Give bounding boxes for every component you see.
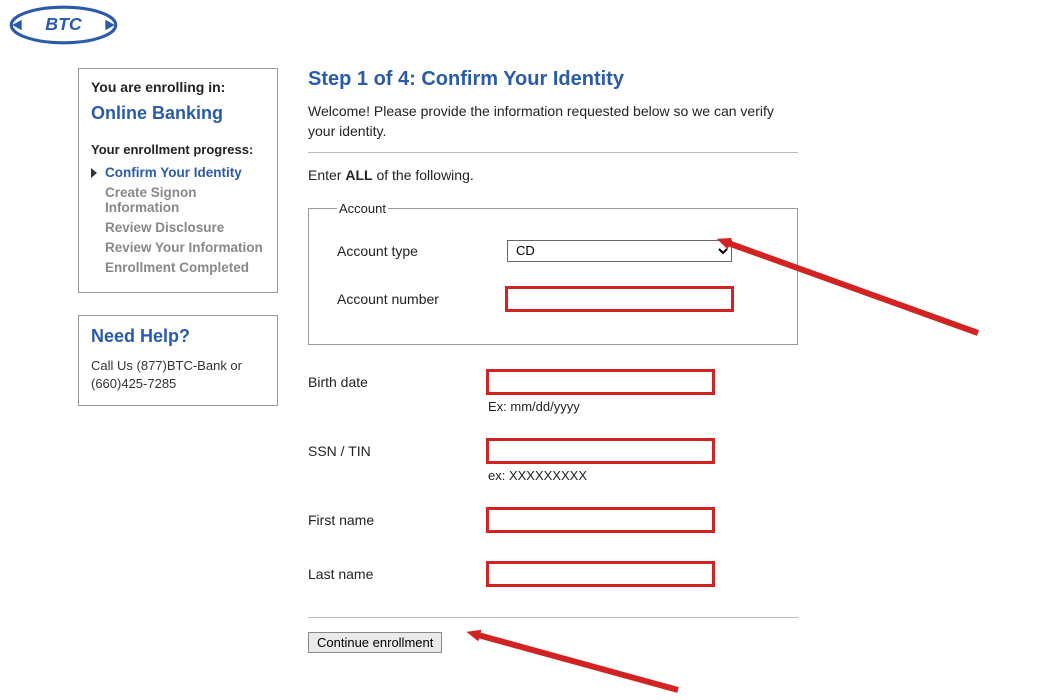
svg-text:BTC: BTC — [45, 14, 83, 34]
btc-logo: BTC — [6, 4, 121, 46]
need-help-heading: Need Help? — [91, 326, 265, 347]
enrolling-in-label: You are enrolling in: — [91, 79, 265, 95]
enrollment-status-box: You are enrolling in: Online Banking You… — [78, 68, 278, 293]
progress-steps: Confirm Your Identity Create Signon Info… — [91, 165, 265, 275]
highlight-last-name — [488, 563, 713, 585]
account-legend: Account — [337, 201, 388, 216]
account-number-input[interactable] — [507, 288, 732, 310]
label-ssn-tin: SSN / TIN — [308, 440, 488, 459]
ssn-hint: ex: XXXXXXXXX — [488, 468, 713, 483]
divider-bottom — [308, 617, 798, 618]
highlight-birth-date — [488, 371, 713, 393]
highlight-ssn — [488, 440, 713, 462]
account-type-select[interactable]: CD — [507, 240, 732, 262]
highlight-first-name — [488, 509, 713, 531]
birth-date-input[interactable] — [488, 371, 713, 393]
label-account-type: Account type — [337, 240, 507, 259]
account-fieldset: Account Account type CD Account number — [308, 201, 798, 345]
enter-all-line: Enter ALL of the following. — [308, 167, 798, 183]
logo-area: BTC — [0, 0, 1042, 50]
step-enrollment-completed: Enrollment Completed — [91, 260, 265, 275]
step-confirm-identity: Confirm Your Identity — [91, 165, 265, 180]
divider-top — [308, 152, 798, 153]
label-last-name: Last name — [308, 563, 488, 582]
label-account-number: Account number — [337, 288, 507, 307]
enter-suffix: of the following. — [373, 167, 474, 183]
step-create-signon: Create Signon Information — [91, 185, 265, 215]
welcome-text: Welcome! Please provide the information … — [308, 101, 798, 142]
birth-date-hint: Ex: mm/dd/yyyy — [488, 399, 713, 414]
step-review-information: Review Your Information — [91, 240, 265, 255]
need-help-box: Need Help? Call Us (877)BTC-Bank or (660… — [78, 315, 278, 406]
enter-all-word: ALL — [345, 167, 372, 183]
enter-prefix: Enter — [308, 167, 345, 183]
progress-label: Your enrollment progress: — [91, 142, 265, 157]
continue-enrollment-button[interactable]: Continue enrollment — [308, 632, 442, 653]
ssn-input[interactable] — [488, 440, 713, 462]
first-name-input[interactable] — [488, 509, 713, 531]
page-title: Step 1 of 4: Confirm Your Identity — [308, 68, 798, 91]
label-first-name: First name — [308, 509, 488, 528]
last-name-input[interactable] — [488, 563, 713, 585]
enrolling-title: Online Banking — [91, 103, 265, 124]
highlight-account-number — [507, 288, 732, 310]
label-birth-date: Birth date — [308, 371, 488, 390]
step-review-disclosure: Review Disclosure — [91, 220, 265, 235]
need-help-text: Call Us (877)BTC-Bank or (660)425-7285 — [91, 357, 265, 393]
